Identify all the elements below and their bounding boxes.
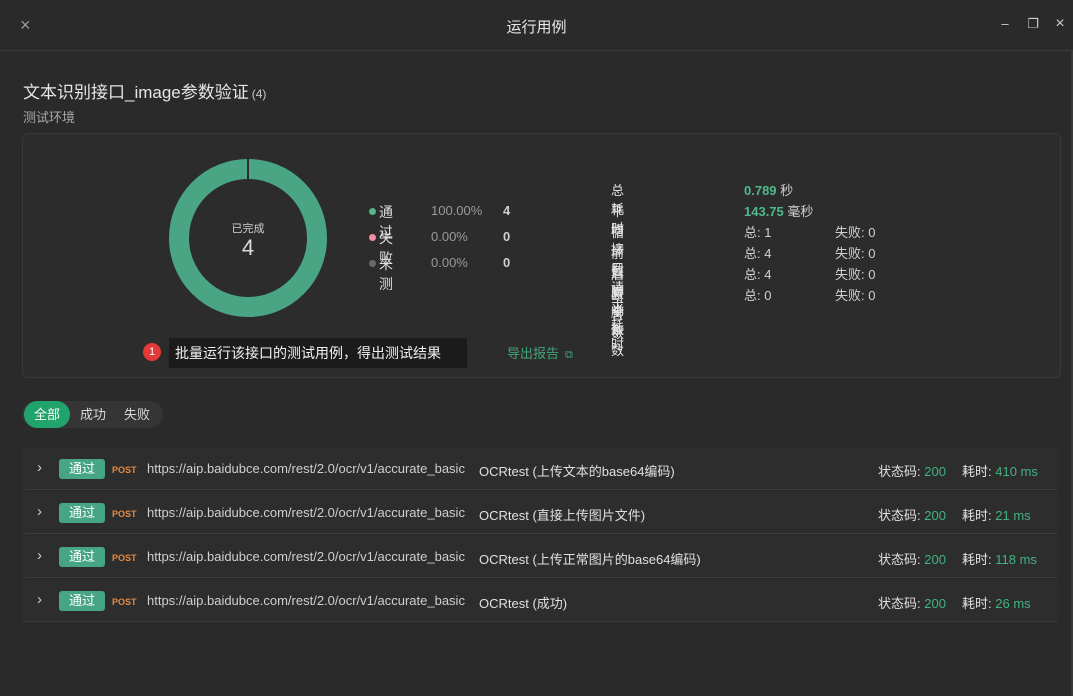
status-code-label: 状态码: [878,596,921,611]
elapsed-time-value: 21 ms [995,508,1031,523]
http-method: POST [112,597,137,607]
tooltip: 批量运行该接口的测试用例，得出测试结果 [169,338,467,368]
result-row[interactable]: › 通过 POST https://aip.baidubce.com/rest/… [22,579,1059,622]
case-name: OCRtest (上传文本的base64编码) [479,464,675,479]
donut-center-value: 4 [241,235,255,260]
avg-time-unit: 毫秒 [787,204,814,219]
summary-panel: 已完成 4 通过 100.00% 4 失败 0.00% 0 未测 0.00% 0… [22,133,1061,378]
status-code-value: 200 [924,464,946,479]
elapsed-time: 耗时: 118 ms [962,549,1037,568]
chevron-right-icon[interactable]: › [37,503,42,520]
stat-assertions-total: 总: 0 [744,288,772,303]
stat-avg-time-value: 143.75 毫秒 [744,201,813,220]
donut-center-label: 已完成 [231,223,265,235]
status-code: 状态码: 200 [878,461,946,480]
result-row[interactable]: › 通过 POST https://aip.baidubce.com/rest/… [22,535,1059,578]
stat-post-scripts-fail: 失败: 0 [835,267,876,282]
export-report-label: 导出报告 [507,346,560,361]
stat-pre-scripts-fail: 失败: 0 [835,246,876,261]
minimize-icon[interactable]: – [998,17,1012,31]
request-url: https://aip.baidubce.com/rest/2.0/ocr/v1… [147,593,465,608]
status-code: 状态码: 200 [878,505,946,524]
export-report-link[interactable]: 导出报告 ⧉ [507,343,573,362]
stat-loops-total: 总: 1 [744,225,772,240]
legend-untested-num: 0 [503,255,511,270]
status-code-value: 200 [924,552,946,567]
result-list: › 通过 POST https://aip.baidubce.com/rest/… [22,447,1059,623]
status-code-label: 状态码: [878,552,921,567]
legend-fail-num: 0 [503,229,511,244]
elapsed-time: 耗时: 21 ms [962,505,1031,524]
window-close-icon[interactable]: × [1053,16,1067,32]
fail-dot-icon [369,234,376,241]
title-bar: × 运行用例 – ❐ × [0,0,1073,51]
suite-title: 文本识别接口_image参数验证 (4) [23,78,266,103]
pass-dot-icon [369,208,376,215]
elapsed-time-value: 118 ms [995,552,1037,567]
chevron-right-icon[interactable]: › [37,547,42,564]
status-code-label: 状态码: [878,464,921,479]
environment-label: 测试环境 [23,110,76,125]
tab-all[interactable]: 全部 [24,401,70,428]
suite-count: (4) [251,87,267,101]
elapsed-time-label: 耗时: [962,596,992,611]
status-code: 状态码: 200 [878,593,946,612]
result-row[interactable]: › 通过 POST https://aip.baidubce.com/rest/… [22,447,1059,490]
elapsed-time-value: 410 ms [995,464,1038,479]
status-badge: 通过 [59,547,105,567]
http-method: POST [112,465,137,475]
status-code-value: 200 [924,508,946,523]
tab-success[interactable]: 成功 [72,401,114,428]
stat-assertions-label: 断言数 [611,288,625,341]
legend-pass-pct: 100.00% [431,203,483,218]
request-url: https://aip.baidubce.com/rest/2.0/ocr/v1… [147,461,465,476]
avg-time-number: 143.75 [744,204,784,219]
status-code-label: 状态码: [878,508,921,523]
http-method: POST [112,553,137,563]
elapsed-time-label: 耗时: [962,508,992,523]
external-link-icon: ⧉ [565,349,573,361]
tooltip-step-badge: 1 [143,343,161,361]
elapsed-time: 耗时: 26 ms [962,593,1031,612]
suite-title-text: 文本识别接口_image参数验证 [23,83,249,102]
stat-total-time-value: 0.789 秒 [744,180,793,199]
result-row[interactable]: › 通过 POST https://aip.baidubce.com/rest/… [22,491,1059,534]
filter-tabs: 全部 成功 失败 [22,401,163,428]
http-method: POST [112,509,137,519]
chevron-right-icon[interactable]: › [37,591,42,608]
status-badge: 通过 [59,503,105,523]
case-name: OCRtest (直接上传图片文件) [479,508,646,523]
elapsed-time-label: 耗时: [962,464,992,479]
status-badge: 通过 [59,591,105,611]
status-code-value: 200 [924,596,946,611]
elapsed-time-label: 耗时: [962,552,992,567]
legend-untested-name: 未测 [379,256,393,292]
maximize-icon[interactable]: ❐ [1026,17,1040,31]
legend-fail-pct: 0.00% [431,229,468,244]
stat-pre-scripts-total: 总: 4 [744,246,772,261]
total-time-unit: 秒 [780,183,794,198]
elapsed-time: 耗时: 410 ms [962,461,1038,480]
legend-pass-num: 4 [503,203,511,218]
stat-assertions-fail: 失败: 0 [835,288,876,303]
tab-fail[interactable]: 失败 [116,401,158,428]
chevron-right-icon[interactable]: › [37,459,42,476]
status-code: 状态码: 200 [878,549,946,568]
elapsed-time-value: 26 ms [995,596,1031,611]
untested-dot-icon [369,260,376,267]
request-url: https://aip.baidubce.com/rest/2.0/ocr/v1… [147,549,465,564]
total-time-number: 0.789 [744,183,777,198]
stat-loops-fail: 失败: 0 [835,225,876,240]
status-badge: 通过 [59,459,105,479]
case-name: OCRtest (成功) [479,596,568,611]
stat-post-scripts-total: 总: 4 [744,267,772,282]
case-name: OCRtest (上传正常图片的base64编码) [479,552,701,567]
window-title: 运行用例 [506,19,567,36]
legend-untested-pct: 0.00% [431,255,468,270]
request-url: https://aip.baidubce.com/rest/2.0/ocr/v1… [147,505,465,520]
